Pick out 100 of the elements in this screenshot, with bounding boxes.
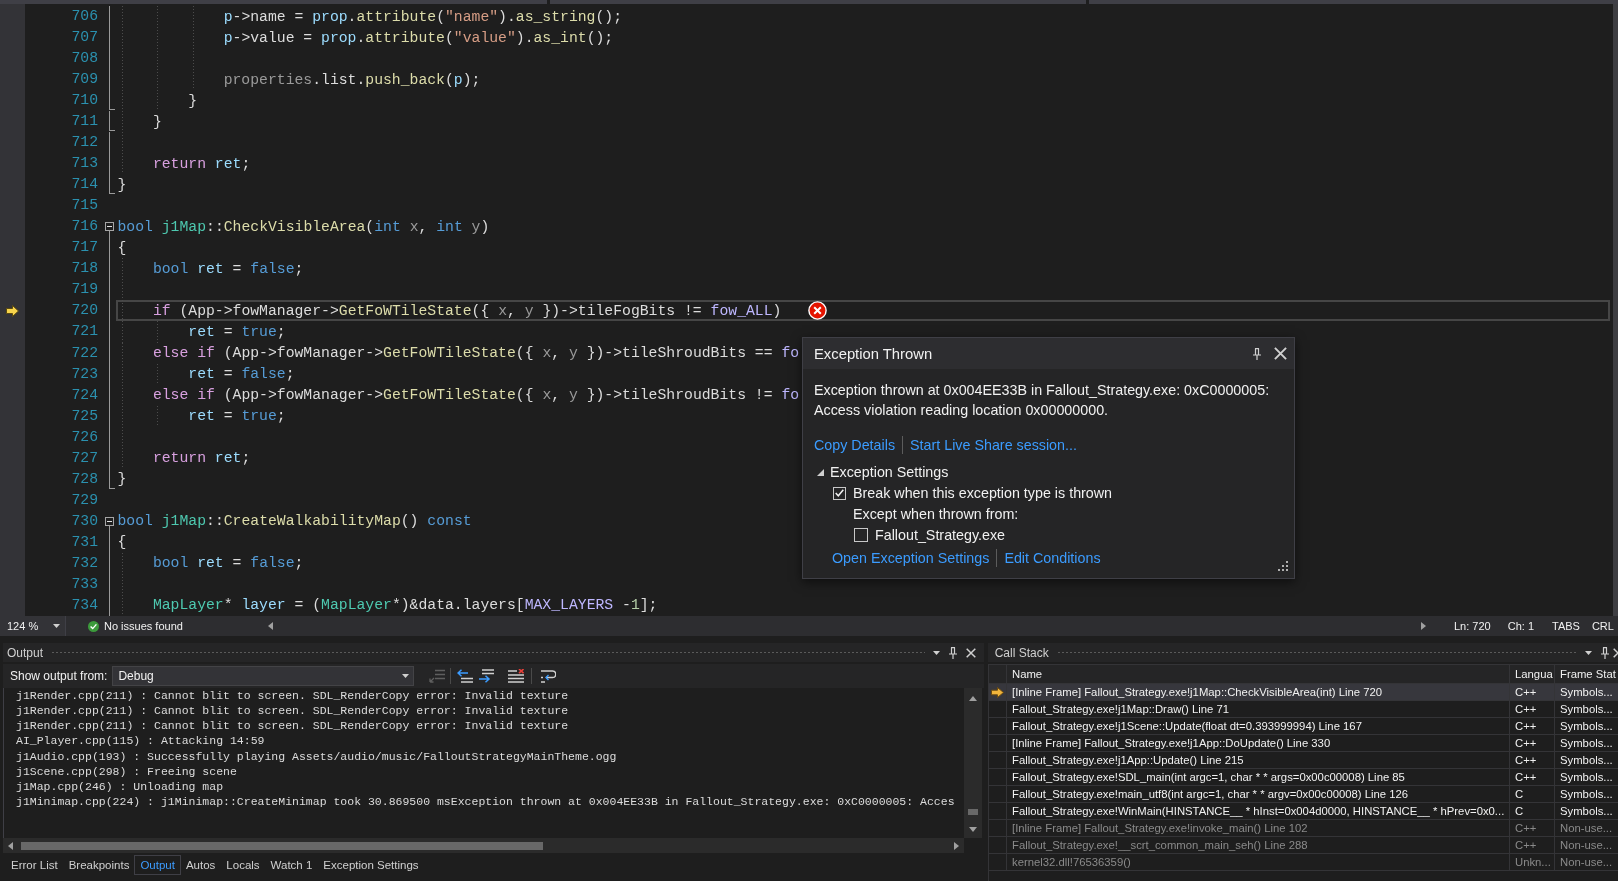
column-indicator[interactable]: Ch: 1 — [1507, 620, 1534, 632]
table-cell[interactable]: [Inline Frame] Fallout_Strategy.exe!invoke_main() Line 102 — [1007, 820, 1509, 836]
table-cell[interactable]: C++ — [1510, 752, 1554, 768]
link[interactable]: Copy Details — [814, 436, 896, 453]
table-cell[interactable]: C — [1510, 803, 1554, 819]
caret-icon[interactable] — [402, 674, 410, 678]
table-cell[interactable]: Symbols... — [1555, 701, 1618, 717]
table-cell[interactable]: Symbols... — [1555, 786, 1618, 802]
arrow-down-lines-icon[interactable] — [477, 669, 494, 683]
table-cell[interactable]: Symbols... — [1555, 752, 1618, 768]
table-cell[interactable] — [989, 803, 1006, 819]
tab[interactable]: Error List — [5, 854, 64, 875]
line-number: 718 — [70, 259, 98, 279]
table-cell[interactable]: Fallout_Strategy.exe!__scrt_common_main_seh() Line 288 — [1007, 837, 1509, 853]
table-cell[interactable]: Fallout_Strategy.exe!main_utf8(int argc=1, char * * argv=0x00c00008) Line 126 — [1007, 786, 1509, 802]
table-cell[interactable] — [989, 752, 1006, 768]
tab[interactable]: Exception Settings — [317, 854, 425, 875]
table-cell[interactable]: [Inline Frame] Fallout_Strategy.exe!j1App::DoUpdate() Line 330 — [1007, 735, 1509, 751]
table-cell[interactable]: Non-use... — [1555, 854, 1618, 870]
table-cell[interactable]: Symbols... — [1555, 735, 1618, 751]
scroll-thumb[interactable] — [968, 809, 978, 815]
line-ending-indicator[interactable]: CRL — [1591, 620, 1614, 632]
code-line: p->value = prop.attribute("value").as_int(); — [223, 29, 614, 46]
table-cell[interactable]: Symbols... — [1555, 803, 1618, 819]
tab[interactable]: Locals — [220, 854, 266, 875]
pin-icon[interactable] — [1601, 646, 1609, 659]
pin-icon[interactable] — [1253, 347, 1261, 360]
checkbox[interactable] — [833, 486, 846, 500]
close-icon[interactable] — [1613, 647, 1618, 658]
triangle-icon[interactable] — [817, 468, 824, 476]
table-cell[interactable]: Symbols... — [1555, 718, 1618, 734]
table-cell[interactable]: kernel32.dll!76536359() — [1007, 854, 1509, 870]
line-number: 720 — [70, 301, 98, 321]
link[interactable]: Start Live Share session... — [910, 436, 1077, 453]
zoom-dropdown[interactable]: 124 % — [0, 616, 66, 636]
tab[interactable]: Output — [134, 854, 181, 875]
link[interactable]: Edit Conditions — [1004, 550, 1101, 566]
checkbox-label[interactable]: Fallout_Strategy.exe — [875, 527, 1006, 543]
close-icon[interactable] — [1274, 347, 1287, 360]
table-cell[interactable] — [989, 837, 1006, 853]
tab[interactable]: Breakpoints — [62, 854, 136, 875]
issues-status[interactable]: No issues found — [104, 620, 183, 632]
tab[interactable]: Watch 1 — [264, 854, 319, 875]
table-cell[interactable] — [989, 820, 1006, 836]
table-cell[interactable] — [989, 701, 1006, 717]
table-cell[interactable]: C++ — [1510, 769, 1554, 785]
vertical-scrollbar[interactable] — [964, 688, 982, 838]
table-cell[interactable] — [989, 735, 1006, 751]
triangle-icon[interactable] — [8, 841, 13, 850]
source-dropdown[interactable]: Debug — [112, 666, 415, 686]
table-cell[interactable]: Fallout_Strategy.exe!j1Map::Draw() Line 71 — [1007, 701, 1509, 717]
table-cell[interactable]: Unkn... — [1510, 854, 1554, 870]
triangle-icon[interactable] — [268, 622, 273, 630]
close-icon[interactable] — [966, 647, 976, 658]
table-cell[interactable]: C++ — [1510, 684, 1554, 700]
triangle-icon[interactable] — [954, 841, 959, 850]
link[interactable]: Open Exception Settings — [832, 550, 990, 566]
triangle-icon[interactable] — [969, 827, 977, 832]
pin-icon[interactable] — [949, 646, 957, 659]
resize-grip-icon[interactable] — [1278, 560, 1288, 571]
section-title[interactable]: Exception Settings — [830, 464, 949, 480]
caret-icon[interactable] — [53, 624, 60, 628]
table-cell[interactable]: Non-use... — [1555, 837, 1618, 853]
arrow-up-lines-icon[interactable] — [456, 669, 473, 683]
minus-box-icon[interactable] — [105, 516, 114, 526]
line-indicator[interactable]: Ln: 720 — [1454, 620, 1491, 632]
table-cell[interactable] — [989, 769, 1006, 785]
table-cell[interactable]: C — [1510, 786, 1554, 802]
table-cell[interactable]: [Inline Frame] Fallout_Strategy.exe!j1Map::CheckVisibleArea(int) Line 720 — [1007, 684, 1509, 700]
line-number: 714 — [70, 175, 98, 195]
scroll-thumb[interactable] — [21, 841, 543, 850]
triangle-icon[interactable] — [969, 696, 977, 701]
caret-icon[interactable] — [1585, 650, 1592, 655]
checkbox[interactable] — [854, 528, 868, 542]
table-cell[interactable]: C++ — [1510, 735, 1554, 751]
table-cell[interactable] — [989, 854, 1006, 870]
horizontal-scrollbar[interactable] — [3, 838, 964, 853]
table-cell[interactable]: Fallout_Strategy.exe!j1App::Update() Line 215 — [1007, 752, 1509, 768]
exception-message: Exception thrown at 0x004EE33B in Fallout_Strategy.exe: 0xC0000005: Access violation reading location 0x00000000. — [814, 381, 1271, 420]
tab[interactable]: Autos — [179, 854, 222, 875]
table-cell[interactable]: Non-use... — [1555, 820, 1618, 836]
table-cell[interactable] — [989, 786, 1006, 802]
wrap-arrow-icon[interactable] — [539, 669, 556, 683]
table-cell[interactable]: C++ — [1510, 718, 1554, 734]
table-cell[interactable]: Symbols... — [1555, 684, 1618, 700]
table-cell[interactable]: Symbols... — [1555, 769, 1618, 785]
table-cell[interactable]: C++ — [1510, 837, 1554, 853]
indentation-indicator[interactable]: TABS — [1552, 620, 1580, 632]
lines-x-icon[interactable] — [507, 669, 524, 683]
table-cell[interactable]: C++ — [1510, 820, 1554, 836]
table-cell[interactable] — [989, 718, 1006, 734]
triangle-icon[interactable] — [1421, 622, 1426, 630]
vertical-scrollbar[interactable] — [1613, 4, 1618, 616]
table-cell[interactable]: Fallout_Strategy.exe!WinMain(HINSTANCE__ * hInst=0x004d0000, HINSTANCE__ * hPrev=0x0... — [1007, 803, 1509, 819]
table-cell[interactable]: Fallout_Strategy.exe!j1Scene::Update(float dt=0.393999994) Line 167 — [1007, 718, 1509, 734]
table-cell[interactable]: Fallout_Strategy.exe!SDL_main(int argc=1, char * * args=0x00c00008) Line 85 — [1007, 769, 1509, 785]
table-cell[interactable]: C++ — [1510, 701, 1554, 717]
minus-box-icon[interactable] — [105, 222, 114, 232]
caret-icon[interactable] — [933, 650, 940, 655]
checkbox-label[interactable]: Break when this exception type is thrown — [853, 485, 1113, 501]
